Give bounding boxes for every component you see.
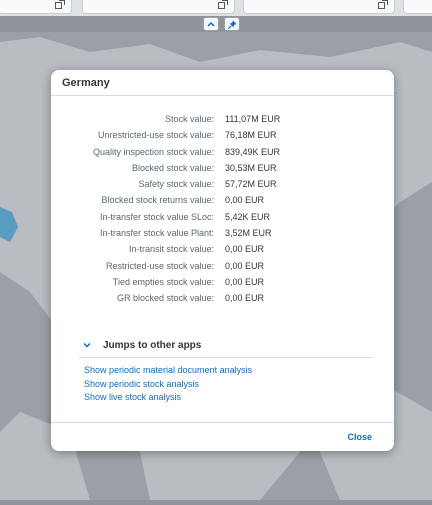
kv-row: Quality inspection stock value: 839,49K E… [51, 145, 394, 161]
kv-label: In-transfer stock value Plant: [99, 228, 214, 239]
close-button[interactable]: Close [347, 432, 372, 442]
tile-middle[interactable] [82, 0, 235, 14]
kv-row: Restricted-use stock value: 0,00 EUR [51, 259, 394, 275]
kv-label: Blocked stock value: [131, 162, 214, 173]
dialog-title: Germany [51, 70, 394, 96]
country-details-dialog: Germany Stock value: 111,07M EUR Unrestri… [51, 70, 394, 451]
kv-value: 30,53M EUR [225, 162, 277, 173]
kv-row: In-transfer stock value Plant: 3,52M EUR [51, 226, 394, 242]
kv-label: Unrestricted-use stock value: [97, 130, 214, 141]
kv-label: GR blocked stock value: [116, 293, 214, 304]
kv-value: 76,18M EUR [225, 130, 277, 141]
kv-value: 0,00 EUR [225, 195, 265, 206]
kv-label: Quality inspection stock value: [92, 146, 214, 157]
kv-label: Blocked stock returns value: [101, 195, 214, 206]
kv-row: Unrestricted-use stock value: 76,18M EUR [51, 128, 394, 144]
kv-row: Safety stock value: 57,72M EUR [51, 177, 394, 193]
expand-icon[interactable] [378, 0, 388, 9]
stock-values-list: Stock value: 111,07M EUR Unrestricted-use… [51, 112, 394, 308]
pin-icon [227, 20, 236, 29]
kv-value: 5,42K EUR [225, 211, 271, 222]
kv-label: In-transit stock value: [128, 244, 214, 255]
kv-row: In-transit stock value: 0,00 EUR [51, 242, 394, 258]
jumps-section-title: Jumps to other apps [103, 340, 202, 351]
link-live-stock-analysis[interactable]: Show live stock analysis [84, 391, 252, 405]
kv-value: 839,49K EUR [225, 146, 281, 157]
jump-links: Show periodic material document analysis… [84, 364, 252, 405]
kv-label: Safety stock value: [138, 179, 214, 190]
collapse-header-button[interactable] [203, 17, 219, 31]
kv-label: Restricted-use stock value: [105, 260, 214, 271]
kv-row: Blocked stock value: 30,53M EUR [51, 161, 394, 177]
kv-value: 111,07M EUR [225, 114, 281, 124]
link-periodic-stock-analysis[interactable]: Show periodic stock analysis [84, 378, 252, 392]
dialog-footer: Close [51, 422, 394, 451]
chevron-up-icon [207, 21, 215, 27]
kv-value: 57,72M EUR [225, 179, 277, 190]
link-periodic-material-document-analysis[interactable]: Show periodic material document analysis [84, 364, 252, 378]
kv-row: Stock value: 111,07M EUR [51, 112, 394, 128]
kv-value: 3,52M EUR [225, 228, 272, 239]
kv-row: Blocked stock returns value: 0,00 EUR [51, 193, 394, 209]
kv-value: 0,00 EUR [225, 293, 265, 304]
kv-row: In-transfer stock value SLoc: 5,42K EUR [51, 210, 394, 226]
chevron-down-icon [83, 340, 91, 351]
tile-left[interactable] [0, 0, 72, 14]
kv-row: Tied empties stock value: 0,00 EUR [51, 275, 394, 291]
jumps-section-toggle[interactable]: Jumps to other apps [79, 339, 373, 358]
tile-right[interactable] [243, 0, 395, 14]
kv-label: In-transfer stock value SLoc: [99, 211, 214, 222]
kv-label: Stock value: [164, 114, 214, 124]
expand-icon[interactable] [218, 0, 228, 9]
kv-row: GR blocked stock value: 0,00 EUR [51, 291, 394, 307]
kv-value: 0,00 EUR [225, 244, 265, 255]
tile-far-right[interactable] [403, 0, 432, 14]
pin-header-button[interactable] [224, 17, 240, 31]
kv-value: 0,00 EUR [225, 276, 265, 287]
kv-value: 0,00 EUR [225, 260, 265, 271]
kv-label: Tied empties stock value: [112, 276, 214, 287]
expand-icon[interactable] [55, 0, 65, 9]
